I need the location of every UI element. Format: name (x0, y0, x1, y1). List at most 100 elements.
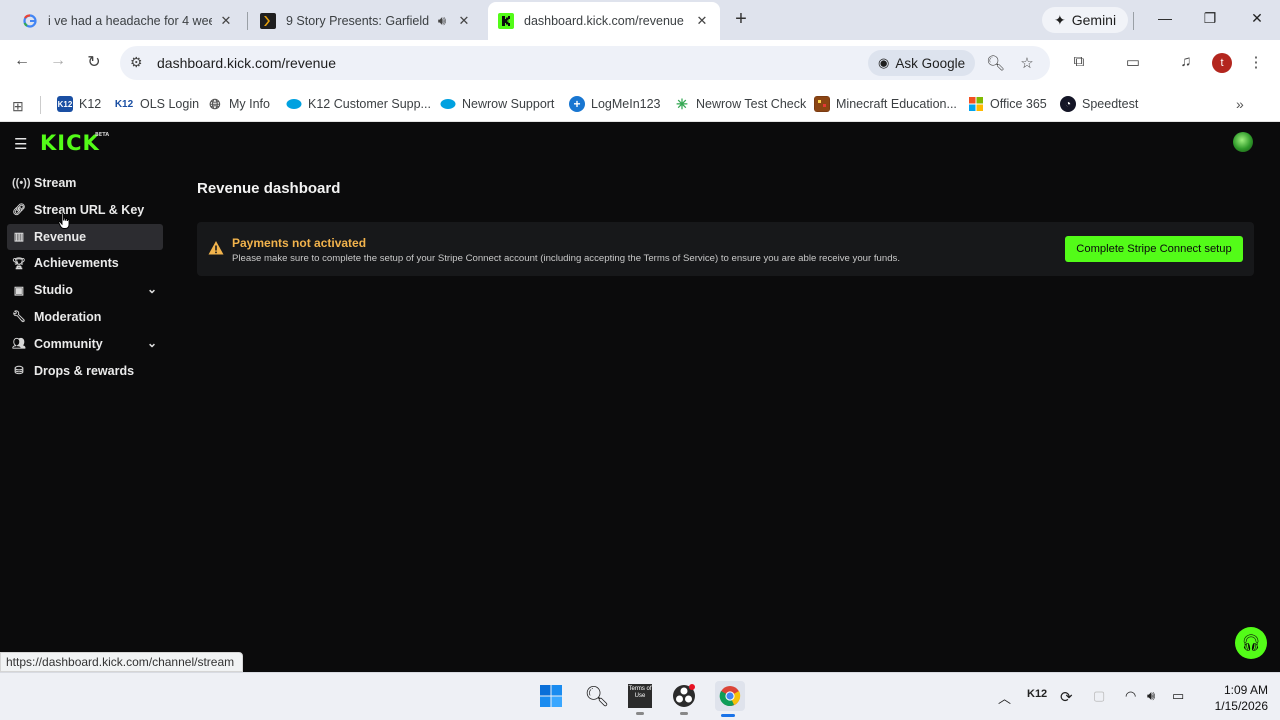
hamburger-menu-icon[interactable]: ☰ (14, 135, 27, 153)
menu-kebab-icon[interactable]: ⋮ (1246, 53, 1266, 71)
terms-of-use-app-icon[interactable]: Terms of Use (627, 683, 653, 715)
kick-logo[interactable]: KICK BETA (40, 131, 109, 155)
sidebar-item-stream[interactable]: ((•)) Stream (7, 170, 163, 196)
bookmark-ols-login[interactable]: K12 OLS Login (114, 92, 199, 116)
zoom-icon[interactable]: 🔍︎ (986, 54, 1005, 72)
sidebar-item-label: Revenue (34, 229, 87, 244)
user-avatar[interactable] (1233, 132, 1253, 152)
bookmark-star-icon[interactable]: ☆ (1018, 54, 1036, 72)
sidebar-item-drops-rewards[interactable]: ⛁ Drops & rewards (7, 358, 163, 384)
site-info-icon[interactable]: ⚙︎ (130, 54, 143, 71)
payments-alert: Payments not activated Please make sure … (197, 222, 1254, 276)
gift-icon: ⛁ (14, 365, 24, 378)
google-icon (22, 13, 38, 29)
trophy-icon: 🏆︎ (12, 257, 26, 270)
forward-icon[interactable]: → (48, 52, 68, 70)
chart-icon: ▥ (13, 231, 25, 244)
loading-icon: ✳︎ (676, 95, 688, 112)
close-icon[interactable]: ✕ (218, 13, 234, 29)
bookmark-label: Newrow Test Check (696, 97, 807, 111)
sidebar-item-stream-url-key[interactable]: 🔗︎ Stream URL & Key (7, 197, 163, 223)
address-bar[interactable]: ⚙︎ dashboard.kick.com/revenue ◉ Ask Goog… (120, 46, 1050, 80)
k12-tray-icon[interactable]: K12 (1027, 688, 1047, 700)
page-title: Revenue dashboard (197, 180, 341, 197)
apps-grid-icon[interactable]: ⊞ (12, 98, 24, 115)
close-icon[interactable]: ✕ (694, 13, 710, 29)
tab-google-search[interactable]: i ve had a headache for 4 weeks ✕ (12, 6, 244, 36)
obs-app-icon[interactable] (671, 683, 697, 715)
complete-stripe-setup-button[interactable]: Complete Stripe Connect setup (1065, 236, 1243, 262)
k12-ols-icon: K12 (114, 98, 134, 110)
speedtest-icon: ◔ (1060, 96, 1076, 112)
chevron-down-icon[interactable]: ⌄ (147, 336, 157, 350)
windows-start-icon[interactable] (538, 683, 564, 709)
sidebar-item-studio[interactable]: ▣ Studio ⌄ (7, 277, 163, 303)
show-hidden-icons-chevron[interactable]: ︿ (998, 688, 1011, 707)
bookmark-label: K12 (79, 97, 102, 111)
tab-search-icon[interactable]: ▭ (1123, 53, 1143, 71)
sidebar-item-achievements[interactable]: 🏆︎ Achievements (7, 250, 163, 276)
sidebar-item-label: Moderation (34, 309, 102, 324)
tab-title: i ve had a headache for 4 weeks (48, 14, 212, 28)
sidebar-item-revenue[interactable]: ▥ Revenue (7, 223, 163, 250)
bookmark-office-365[interactable]: Office 365 (968, 92, 1047, 116)
bookmark-label: My Info (229, 97, 270, 111)
sync-icon[interactable]: ⟳ (1060, 688, 1073, 706)
kick-dashboard: ☰ KICK BETA ((•)) Stream 🔗︎ Stream URL &… (0, 122, 1280, 672)
dashboard-sidebar: ((•)) Stream 🔗︎ Stream URL & Key ▥ Reven… (7, 170, 163, 384)
tab-kick-dashboard[interactable]: dashboard.kick.com/revenue ✕ (488, 2, 720, 40)
volume-icon[interactable]: 🔊︎ (1147, 688, 1155, 704)
sidebar-item-label: Achievements (34, 256, 119, 271)
sidebar-item-community[interactable]: 👥︎ Community ⌄ (7, 331, 163, 357)
microsoft-icon (968, 96, 984, 112)
sidebar-item-moderation[interactable]: 🔧︎ Moderation (7, 304, 163, 330)
battery-icon[interactable]: ▭ (1172, 688, 1184, 704)
chevron-down-icon[interactable]: ⌄ (147, 282, 157, 296)
back-icon[interactable]: ← (12, 52, 32, 70)
bookmark-newrow-support[interactable]: Newrow Support (440, 92, 554, 116)
bookmark-logmein123[interactable]: + LogMeIn123 (569, 92, 661, 116)
wrench-icon: 🔧︎ (12, 311, 26, 324)
media-controls-icon[interactable]: ♫ (1176, 53, 1196, 70)
browser-toolbar: ← → ↻ ⚙︎ dashboard.kick.com/revenue ◉ As… (0, 40, 1280, 86)
bookmark-k12-customer-support[interactable]: K12 Customer Supp... (286, 92, 431, 116)
address-url[interactable]: dashboard.kick.com/revenue (157, 55, 336, 71)
support-chat-button[interactable]: 🎧︎ (1235, 627, 1267, 659)
system-clock[interactable]: 1:09 AM 1/15/2026 (1198, 682, 1268, 714)
profile-avatar[interactable]: t (1212, 53, 1232, 73)
tab-divider (1133, 12, 1134, 30)
search-icon[interactable]: 🔍︎ (584, 683, 610, 709)
alert-message: Please make sure to complete the setup o… (232, 253, 901, 264)
close-icon[interactable]: ✕ (456, 13, 472, 29)
reload-icon[interactable]: ↻ (84, 52, 104, 72)
more-bookmarks-icon[interactable]: » (1236, 96, 1244, 112)
running-indicator (680, 712, 688, 715)
tray-app-icon[interactable]: ▢ (1093, 688, 1105, 704)
bookmark-label: OLS Login (140, 97, 200, 111)
bookmark-speedtest[interactable]: ◔ Speedtest (1060, 92, 1138, 116)
bookmark-minecraft-education[interactable]: Minecraft Education... (814, 92, 957, 116)
sidebar-item-label: Drops & rewards (34, 363, 135, 378)
tab-garfield[interactable]: 9 Story Presents: Garfield and 🔊︎ ✕ (250, 6, 482, 36)
lens-icon: ◉ (878, 55, 890, 70)
k12-icon: K12 (57, 96, 73, 112)
ask-google-button[interactable]: ◉ Ask Google (868, 50, 976, 76)
gemini-sparkle-icon: ✦ (1054, 11, 1066, 28)
extensions-icon[interactable]: ⧉ (1069, 53, 1089, 70)
kick-icon (498, 13, 514, 29)
gemini-button[interactable]: ✦ Gemini (1042, 7, 1129, 33)
wifi-icon[interactable]: ◠ (1125, 688, 1136, 704)
bookmark-k12[interactable]: K12 K12 (57, 92, 101, 116)
plex-icon (260, 13, 276, 29)
bookmark-label: K12 Customer Supp... (308, 97, 431, 111)
salesforce-icon (440, 96, 456, 112)
minimize-icon[interactable]: — (1155, 10, 1175, 26)
restore-icon[interactable]: ❐ (1200, 10, 1220, 27)
speaker-icon[interactable]: 🔊︎ (434, 13, 450, 29)
chrome-app-icon[interactable] (715, 681, 745, 717)
new-tab-button[interactable]: + (730, 8, 752, 31)
bookmark-my-info[interactable]: 🌐︎ My Info (207, 92, 270, 116)
warning-icon (208, 241, 224, 255)
bookmark-newrow-test-check[interactable]: ✳︎ Newrow Test Check (674, 92, 806, 116)
window-close-icon[interactable]: ✕ (1247, 10, 1267, 27)
